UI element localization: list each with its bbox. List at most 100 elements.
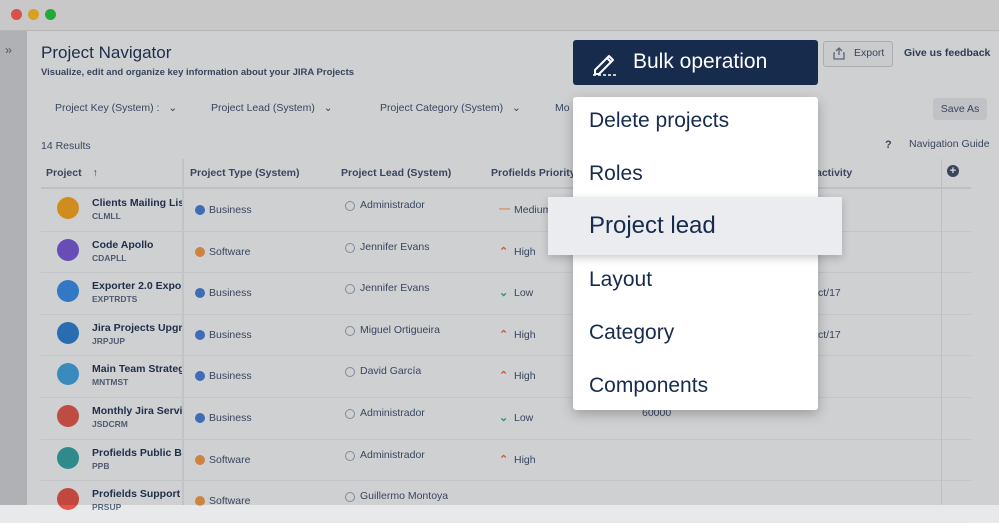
- priority-icon: ⌃: [499, 453, 509, 466]
- project-type-icon: [195, 371, 205, 382]
- menu-item-label: Project lead: [589, 212, 716, 239]
- project-avatar: [57, 488, 79, 511]
- menu-item-delete-projects[interactable]: Delete projects: [589, 109, 729, 133]
- row-extra-value: ct/17: [818, 287, 841, 300]
- table-header: Project ↑ Project Type (System) Project …: [41, 159, 971, 189]
- feedback-link[interactable]: Give us feedback: [904, 47, 990, 59]
- table-row[interactable]: Jira Projects Upgr... JRPJUP Business Migue…: [41, 314, 971, 357]
- chevron-down-icon: ⌄: [323, 102, 333, 114]
- project-type: Business: [209, 412, 252, 424]
- col-project-lead[interactable]: Project Lead (System): [341, 167, 451, 179]
- close-window-button[interactable]: [11, 9, 22, 20]
- project-type-icon: [195, 413, 205, 423]
- table-row[interactable]: Profields Public B... PPB Software Administ…: [41, 439, 971, 482]
- project-name[interactable]: Profields Support: [92, 488, 182, 500]
- project-navigator: Project Navigator Visualize, edit and or…: [27, 31, 999, 523]
- navigation-guide-link[interactable]: Navigation Guide: [909, 138, 990, 150]
- export-label: Export: [854, 47, 885, 59]
- user-icon: [345, 284, 355, 295]
- user-icon: [345, 201, 355, 211]
- project-name[interactable]: Monthly Jira Servi...: [92, 405, 182, 417]
- project-type: Software: [209, 245, 251, 258]
- export-button[interactable]: Export: [823, 41, 893, 67]
- user-icon: [345, 242, 355, 253]
- filter-label: Project Key (System) :: [55, 102, 160, 114]
- col-project-type[interactable]: Project Type (System): [190, 167, 300, 179]
- priority-value: Medium: [514, 204, 552, 216]
- results-count: 14 Results: [41, 140, 91, 152]
- expand-sidebar-icon[interactable]: ››: [5, 43, 12, 57]
- menu-item-roles[interactable]: Roles: [589, 162, 643, 186]
- filter-label: Project Lead (System): [211, 102, 315, 114]
- minimize-window-button[interactable]: [28, 9, 39, 20]
- project-name[interactable]: Profields Public B...: [92, 447, 182, 459]
- col-activity[interactable]: activity: [816, 167, 852, 179]
- sort-arrow-up-icon: ↑: [92, 167, 98, 179]
- project-avatar: [57, 321, 79, 344]
- table-row[interactable]: Main Team Strateg... MNTMST Business David …: [41, 355, 971, 398]
- priority-icon: ⌄: [499, 287, 509, 300]
- project-type: Business: [209, 370, 252, 383]
- priority-icon: ⌃: [499, 328, 509, 341]
- user-icon: [345, 325, 355, 336]
- priority-value: Low: [514, 287, 534, 300]
- project-lead: Administrador: [360, 199, 425, 211]
- project-name[interactable]: Code Apollo: [92, 239, 182, 251]
- pencil-edit-icon: [593, 55, 617, 76]
- col-priority[interactable]: Profields Priority: [491, 167, 576, 179]
- save-as-button[interactable]: Save As: [933, 98, 987, 120]
- project-avatar: [57, 238, 79, 261]
- page-subtitle: Visualize, edit and organize key informa…: [41, 67, 355, 78]
- col-project[interactable]: Project ↑: [46, 167, 98, 179]
- table-row[interactable]: Exporter 2.0 Expo... EXPTRDTS Business Jenn…: [41, 272, 971, 315]
- project-key: MNTMST: [92, 377, 129, 388]
- project-name[interactable]: Exporter 2.0 Expo...: [92, 280, 182, 292]
- project-avatar: [57, 446, 79, 469]
- project-avatar: [57, 197, 79, 219]
- project-type: Business: [209, 204, 252, 216]
- menu-item-layout[interactable]: Layout: [589, 268, 652, 292]
- filter-more[interactable]: Mo: [555, 102, 570, 114]
- project-name[interactable]: Main Team Strateg...: [92, 363, 182, 375]
- project-key: CDAPLL: [92, 252, 127, 263]
- page-title: Project Navigator: [41, 43, 172, 62]
- table-row[interactable]: Profields Support PRSUP Software Guillermo …: [41, 480, 971, 523]
- filter-project-category[interactable]: Project Category (System) ⌄: [380, 102, 521, 114]
- project-type-icon: [195, 205, 205, 215]
- project-type-icon: [195, 288, 205, 299]
- project-avatar: [57, 280, 79, 303]
- window-titlebar: [0, 0, 999, 31]
- project-lead: Jennifer Evans: [360, 240, 430, 253]
- add-column-icon[interactable]: +: [947, 165, 959, 177]
- maximize-window-button[interactable]: [45, 9, 56, 20]
- priority-value: High: [514, 245, 536, 258]
- filter-label: Project Category (System): [380, 102, 504, 114]
- chevron-down-icon: ⌄: [168, 102, 178, 114]
- project-lead: Guillermo Montoya: [360, 490, 449, 503]
- project-name[interactable]: Clients Mailing List: [92, 197, 182, 209]
- priority-icon: —: [499, 203, 510, 215]
- project-type-icon: [195, 329, 205, 340]
- project-lead: Jennifer Evans: [360, 282, 430, 295]
- project-lead: Administrador: [360, 448, 425, 461]
- project-avatar: [57, 405, 79, 427]
- filter-project-lead[interactable]: Project Lead (System) ⌄: [211, 102, 333, 114]
- project-key: CLMLL: [92, 211, 121, 221]
- menu-item-project-lead[interactable]: Project lead: [548, 197, 842, 255]
- project-name[interactable]: Jira Projects Upgr...: [92, 322, 182, 334]
- bulk-operation-label: Bulk operation: [633, 50, 768, 73]
- priority-value: Low: [514, 412, 534, 424]
- menu-item-components[interactable]: Components: [589, 374, 708, 398]
- priority-icon: ⌄: [499, 412, 509, 424]
- menu-item-category[interactable]: Category: [589, 321, 674, 345]
- project-key: PPB: [92, 460, 110, 471]
- priority-icon: ⌃: [499, 370, 509, 383]
- help-icon[interactable]: ?: [885, 139, 892, 151]
- bulk-operation-button[interactable]: Bulk operation: [573, 40, 818, 85]
- chevron-down-icon: ⌄: [512, 102, 521, 114]
- project-lead: Miguel Ortigueira: [360, 323, 440, 336]
- table-row[interactable]: Monthly Jira Servi... JSDCRM Business Admin…: [41, 397, 971, 440]
- filter-label: Mo: [555, 102, 570, 114]
- filter-project-key[interactable]: Project Key (System) : ⌄: [55, 102, 177, 114]
- priority-icon: ⌃: [499, 245, 509, 258]
